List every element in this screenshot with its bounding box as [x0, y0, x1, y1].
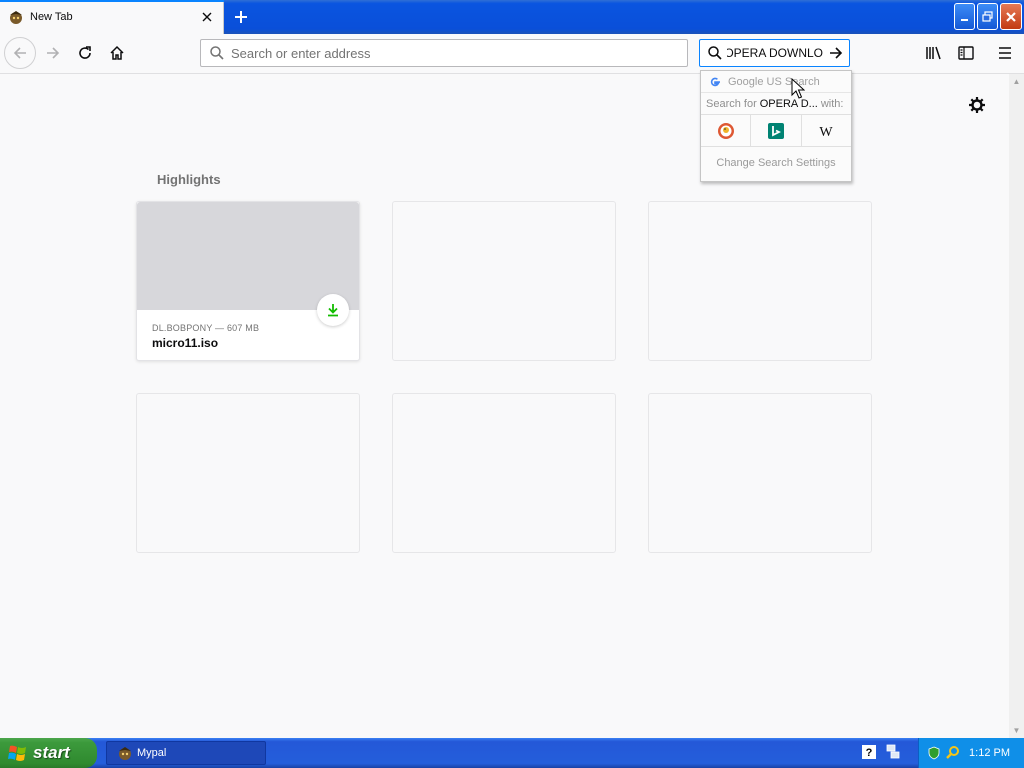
- search-icon: [708, 46, 722, 60]
- tab-new-tab[interactable]: New Tab: [0, 0, 224, 34]
- download-icon: [328, 304, 338, 317]
- bing-icon: [767, 122, 784, 139]
- wikipedia-icon: W: [820, 125, 834, 140]
- close-window-button[interactable]: [1000, 3, 1022, 30]
- library-button[interactable]: [919, 38, 949, 68]
- address-bar[interactable]: [200, 39, 688, 67]
- plus-icon: [235, 11, 247, 23]
- shield-icon[interactable]: [927, 746, 941, 760]
- taskbar-item-mypal[interactable]: Mypal: [106, 741, 266, 765]
- home-button[interactable]: [102, 38, 132, 68]
- highlight-card-placeholder: [648, 393, 872, 553]
- tab-title: New Tab: [30, 11, 73, 23]
- sidebar-icon: [958, 46, 974, 60]
- address-input[interactable]: [231, 45, 687, 61]
- minimize-icon: [960, 18, 968, 21]
- highlight-card-placeholder: [136, 393, 360, 553]
- taskbar-item-label: Mypal: [137, 747, 167, 759]
- svg-text:W: W: [820, 125, 834, 140]
- close-icon: [1006, 11, 1016, 22]
- card-title: micro11.iso: [152, 336, 219, 350]
- navigation-toolbar: OPERA DOWNLO: [0, 34, 1024, 74]
- arrow-right-icon: [47, 47, 60, 59]
- tab-active-indicator: [0, 0, 224, 2]
- card-source: DL.BOBPONY — 607 MB: [152, 323, 260, 333]
- hamburger-icon: [999, 47, 1011, 59]
- library-icon: [926, 46, 941, 60]
- svg-text:?: ?: [866, 747, 873, 759]
- scroll-down-icon[interactable]: ▼: [1009, 723, 1024, 738]
- search-for-query: OPERA D...: [759, 97, 818, 110]
- search-for-prefix: Search for: [706, 97, 757, 110]
- vertical-scrollbar[interactable]: ▲ ▼: [1009, 74, 1024, 738]
- search-for-suffix: with:: [820, 97, 844, 110]
- default-search-engine-label: Google US Search: [728, 75, 820, 88]
- mouse-cursor-icon: [791, 78, 805, 99]
- forward-button[interactable]: [38, 38, 68, 68]
- google-icon: [710, 77, 720, 86]
- search-input[interactable]: OPERA DOWNLO: [727, 46, 823, 60]
- network-icon[interactable]: [885, 744, 901, 760]
- restore-icon: [982, 11, 993, 22]
- sidebar-button[interactable]: [951, 38, 981, 68]
- start-label: start: [33, 743, 70, 762]
- search-tray-icon[interactable]: [945, 745, 961, 761]
- one-off-search-engines: W: [701, 115, 851, 147]
- arrow-left-icon: [13, 47, 26, 59]
- new-tab-button[interactable]: [228, 4, 254, 30]
- clock: 1:12 PM: [969, 747, 1010, 759]
- back-button[interactable]: [4, 37, 36, 69]
- scroll-up-icon[interactable]: ▲: [1009, 74, 1024, 89]
- mypal-favicon-icon: [119, 747, 131, 760]
- help-icon: ?: [862, 745, 876, 759]
- arrow-right-icon: [830, 47, 843, 59]
- mypal-favicon-icon: [10, 11, 22, 24]
- highlight-card-placeholder: [392, 393, 616, 553]
- title-bar: New Tab: [0, 0, 1024, 34]
- search-for-row: Search for OPERA D... with:: [701, 93, 851, 115]
- highlights-heading: Highlights: [157, 172, 221, 187]
- search-suggestions-popup: Google US Search Search for OPERA D... w…: [700, 70, 852, 182]
- search-bar[interactable]: OPERA DOWNLO: [699, 39, 850, 67]
- download-badge: [317, 294, 349, 326]
- reload-icon: [79, 46, 91, 59]
- highlight-card-placeholder: [648, 201, 872, 361]
- menu-button[interactable]: [990, 38, 1020, 68]
- windows-logo-icon: [8, 745, 26, 761]
- change-search-settings-button[interactable]: Change Search Settings: [701, 147, 851, 179]
- reload-button[interactable]: [70, 38, 100, 68]
- home-icon: [110, 45, 124, 60]
- taskbar: start Mypal ? 1:12 PM: [0, 738, 1024, 768]
- gear-icon: [969, 97, 985, 113]
- duckduckgo-engine-button[interactable]: [701, 115, 752, 146]
- help-tray-icon[interactable]: ?: [862, 745, 876, 759]
- wikipedia-engine-button[interactable]: W: [802, 115, 851, 146]
- restore-button[interactable]: [977, 3, 998, 30]
- default-search-engine-row[interactable]: Google US Search: [701, 71, 851, 93]
- highlight-card-placeholder: [392, 201, 616, 361]
- tab-close-icon[interactable]: [195, 5, 219, 29]
- search-go-button[interactable]: [823, 45, 849, 61]
- duckduckgo-icon: [717, 122, 734, 139]
- system-tray: 1:12 PM: [918, 738, 1024, 768]
- minimize-button[interactable]: [954, 3, 975, 30]
- card-thumbnail: [137, 202, 359, 310]
- settings-gear-button[interactable]: [966, 94, 988, 116]
- bing-engine-button[interactable]: [751, 115, 802, 146]
- start-button[interactable]: start: [0, 738, 97, 768]
- search-icon: [210, 46, 224, 60]
- highlight-card-download[interactable]: DL.BOBPONY — 607 MB micro11.iso: [136, 201, 360, 361]
